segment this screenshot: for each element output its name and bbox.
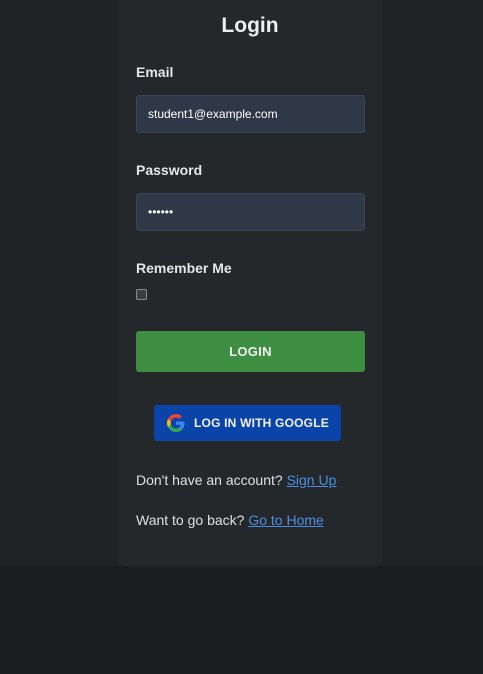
home-prompt: Want to go back? <box>136 512 245 528</box>
signup-link[interactable]: Sign Up <box>287 472 337 488</box>
remember-me-checkbox[interactable] <box>136 289 147 300</box>
login-button[interactable]: LOGIN <box>136 331 365 372</box>
remember-me-label: Remember Me <box>136 260 232 276</box>
google-login-button[interactable]: LOG IN WITH GOOGLE <box>154 405 341 441</box>
google-icon <box>167 414 185 432</box>
password-field[interactable]: •••••• <box>136 193 365 231</box>
password-value: •••••• <box>148 205 174 219</box>
signup-line: Don't have an account? Sign Up <box>136 472 336 488</box>
signup-prompt: Don't have an account? <box>136 472 283 488</box>
email-value: student1@example.com <box>148 107 278 121</box>
email-field[interactable]: student1@example.com <box>136 95 365 133</box>
password-label: Password <box>136 162 203 178</box>
home-link[interactable]: Go to Home <box>248 512 323 528</box>
login-card: Login Email student1@example.com Passwor… <box>118 0 382 566</box>
google-button-label: LOG IN WITH GOOGLE <box>194 416 329 430</box>
email-label: Email <box>136 64 174 80</box>
page-background-lower <box>0 566 483 674</box>
page-title: Login <box>221 14 279 37</box>
home-line: Want to go back? Go to Home <box>136 512 324 528</box>
